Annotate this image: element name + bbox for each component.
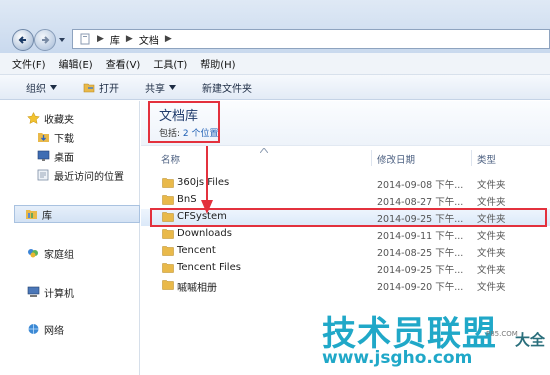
breadcrumb-separator[interactable]: ▶ — [126, 34, 133, 44]
menu-bar: 文件(F) 编辑(E) 查看(V) 工具(T) 帮助(H) — [0, 53, 550, 75]
menu-tools[interactable]: 工具(T) — [153, 56, 187, 71]
recent-places-icon — [37, 169, 49, 181]
breadcrumb-separator[interactable]: ▶ — [165, 34, 172, 44]
file-type: 文件夹 — [477, 231, 506, 242]
forward-button[interactable] — [34, 29, 56, 51]
back-button[interactable] — [12, 29, 34, 51]
file-name: Tencent — [177, 245, 216, 256]
file-date: 2014-09-20 下午... — [377, 282, 464, 293]
menu-file[interactable]: 文件(F) — [12, 56, 46, 71]
file-name: Tencent Files — [177, 262, 241, 273]
new-folder-button[interactable]: 新建文件夹 — [202, 80, 252, 95]
network-icon — [28, 324, 39, 334]
file-type: 文件夹 — [477, 265, 506, 276]
sidebar-item-libraries[interactable]: 库 — [14, 205, 140, 223]
back-arrow-icon — [18, 36, 26, 44]
file-type: 文件夹 — [477, 282, 506, 293]
folder-icon — [162, 229, 174, 239]
menu-help[interactable]: 帮助(H) — [200, 56, 235, 71]
column-divider[interactable] — [471, 150, 472, 166]
sidebar-item-label: 桌面 — [54, 152, 74, 164]
column-modified[interactable]: 修改日期 — [377, 152, 415, 166]
column-divider[interactable] — [371, 150, 372, 166]
file-row[interactable]: 嘁嘁相册 2014-09-20 下午... 文件夹 — [141, 277, 550, 294]
sidebar-item-favorites[interactable]: 收藏夹 — [27, 109, 74, 127]
menu-edit[interactable]: 编辑(E) — [59, 56, 93, 71]
sidebar-item-computer[interactable]: 计算机 — [27, 283, 74, 301]
sidebar-item-downloads[interactable]: 下载 — [37, 128, 74, 146]
sidebar-item-label: 家庭组 — [44, 249, 74, 261]
file-date: 2014-09-25 下午... — [377, 265, 464, 276]
sidebar-item-label: 计算机 — [44, 288, 74, 300]
library-header: 文档库 包括: 2 个位置 — [141, 101, 550, 146]
breadcrumb-separator[interactable]: ▶ — [97, 34, 104, 44]
folder-icon — [162, 246, 174, 256]
open-folder-icon — [83, 83, 95, 92]
annotation-box — [148, 101, 220, 143]
library-icon — [26, 210, 37, 219]
file-type: 文件夹 — [477, 197, 506, 208]
file-date: 2014-09-11 下午... — [377, 231, 464, 242]
organize-button[interactable]: 组织 — [26, 80, 57, 95]
file-date: 2014-09-08 下午... — [377, 180, 464, 191]
watermark-tiny: P85.COM — [486, 330, 518, 338]
menu-view[interactable]: 查看(V) — [106, 56, 141, 71]
file-name: 嘁嘁相册 — [177, 283, 217, 294]
column-type[interactable]: 类型 — [477, 152, 496, 166]
computer-icon — [27, 286, 40, 297]
share-label: 共享 — [145, 83, 165, 95]
watermark-url: www.jsgho.com — [322, 348, 473, 368]
sidebar-item-desktop[interactable]: 桌面 — [37, 147, 74, 165]
download-folder-icon — [38, 133, 49, 142]
sidebar-item-network[interactable]: 网络 — [27, 320, 64, 338]
file-date: 2014-08-25 下午... — [377, 248, 464, 259]
file-row[interactable]: Downloads 2014-09-11 下午... 文件夹 — [141, 226, 550, 243]
organize-label: 组织 — [26, 83, 46, 95]
folder-icon — [162, 280, 174, 290]
file-row[interactable]: Tencent Files 2014-09-25 下午... 文件夹 — [141, 260, 550, 277]
library-small-icon — [80, 33, 90, 45]
file-date: 2014-08-27 下午... — [377, 197, 464, 208]
forward-arrow-icon — [42, 36, 50, 44]
star-icon — [27, 112, 40, 124]
file-name: BnS — [177, 194, 197, 205]
share-button[interactable]: 共享 — [145, 80, 176, 95]
sidebar-item-label: 网络 — [44, 325, 64, 337]
sort-arrow-icon — [260, 148, 268, 153]
file-row[interactable]: Tencent 2014-08-25 下午... 文件夹 — [141, 243, 550, 260]
sidebar-item-recent-places[interactable]: 最近访问的位置 — [37, 166, 124, 184]
file-name: Downloads — [177, 228, 232, 239]
open-label: 打开 — [99, 83, 119, 95]
sidebar-item-label: 最近访问的位置 — [54, 171, 124, 183]
chevron-down-icon — [169, 84, 176, 90]
sidebar-item-homegroup[interactable]: 家庭组 — [27, 244, 74, 262]
desktop-icon — [37, 150, 50, 161]
breadcrumb-documents[interactable]: 文档 — [139, 32, 159, 47]
recent-pages-dropdown-icon[interactable] — [58, 36, 66, 44]
homegroup-icon — [28, 249, 38, 258]
address-box[interactable]: ▶ 库 ▶ 文档 ▶ — [72, 29, 550, 49]
folder-icon — [162, 178, 174, 188]
watermark-sub: 大全 — [515, 331, 546, 349]
breadcrumb-library[interactable]: 库 — [110, 32, 120, 47]
sidebar-item-label: 下载 — [54, 133, 74, 145]
open-button[interactable]: 打开 — [83, 80, 119, 95]
file-type: 文件夹 — [477, 248, 506, 259]
chevron-down-icon — [50, 84, 57, 90]
file-type: 文件夹 — [477, 180, 506, 191]
column-name[interactable]: 名称 — [161, 152, 180, 166]
folder-icon — [162, 195, 174, 205]
sidebar-item-label: 收藏夹 — [44, 114, 74, 126]
new-folder-label: 新建文件夹 — [202, 83, 252, 95]
folder-icon — [162, 263, 174, 273]
annotation-arrow-icon — [201, 146, 213, 214]
address-bar-row: ▶ 库 ▶ 文档 ▶ — [0, 0, 550, 53]
navigation-pane: 收藏夹 下载 桌面 最近访问的位置 库 家庭组 计算机 网络 — [0, 101, 140, 375]
sidebar-item-label: 库 — [42, 210, 52, 222]
command-bar: 组织 打开 共享 新建文件夹 — [0, 75, 550, 100]
